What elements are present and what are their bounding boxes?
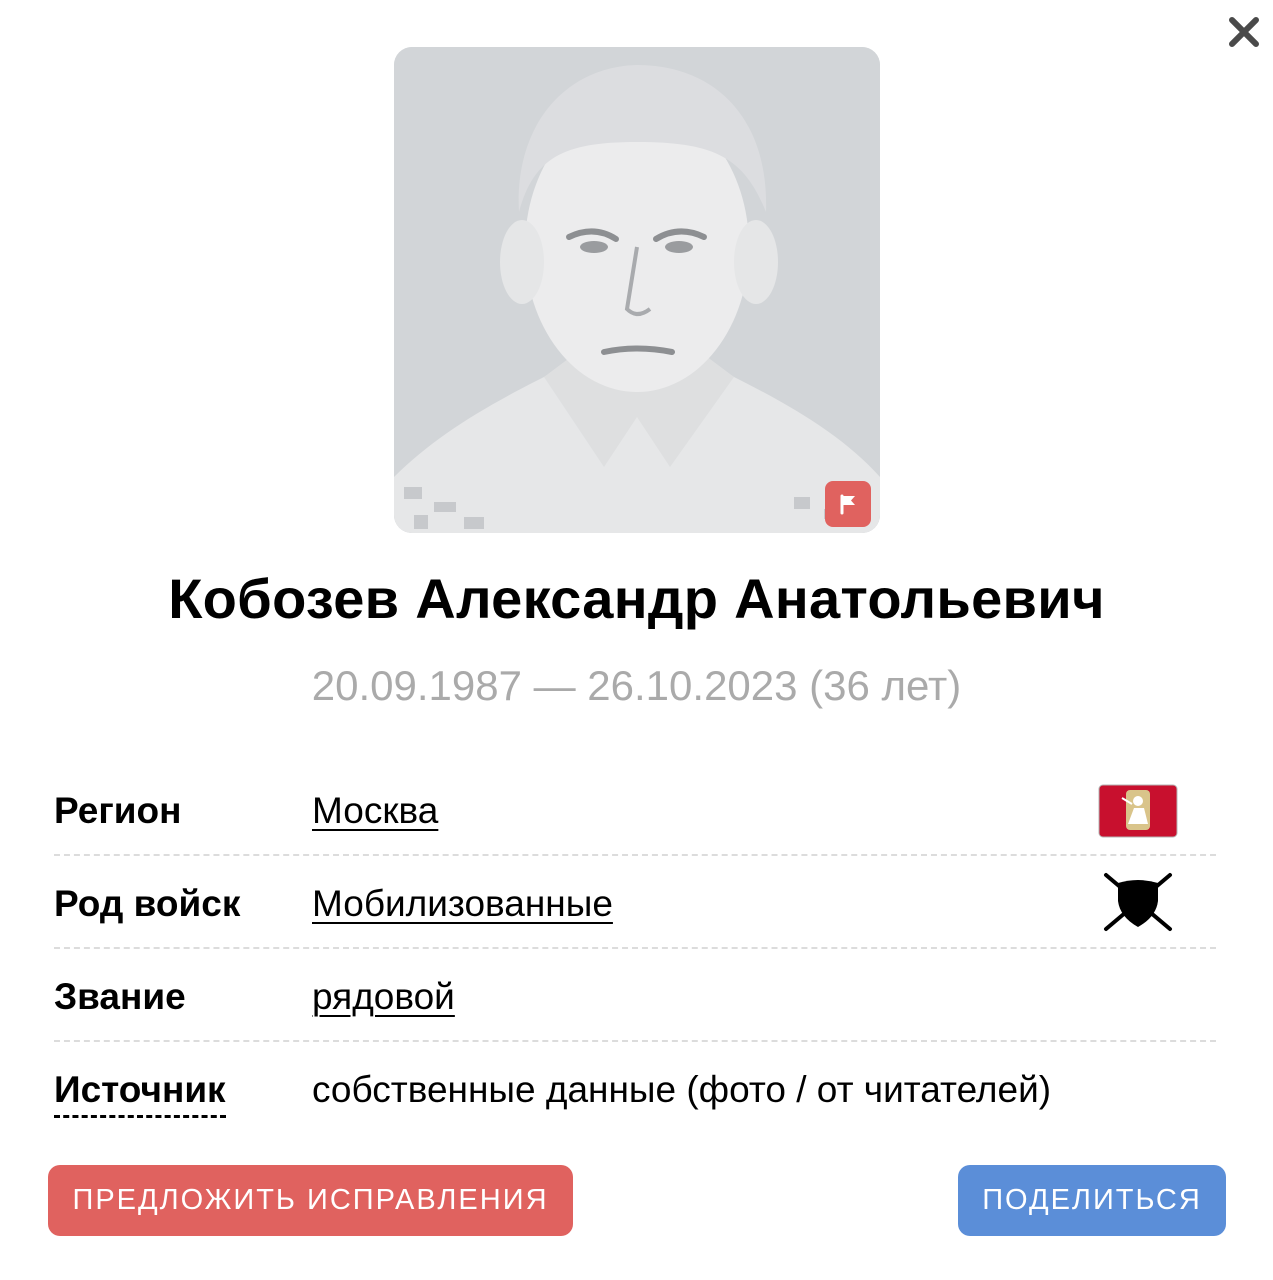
portrait-image xyxy=(394,47,880,533)
rank-label: Звание xyxy=(54,976,186,1017)
flag-icon xyxy=(840,494,855,515)
branch-label: Род войск xyxy=(54,883,241,924)
info-row-region: Регион Москва xyxy=(54,762,1216,856)
person-name: Кобозев Александр Анатольевич xyxy=(168,567,1105,630)
moscow-flag-icon xyxy=(1098,784,1178,838)
info-row-source: Источник собственные данные (фото / от ч… xyxy=(54,1041,1216,1133)
region-link[interactable]: Москва xyxy=(312,790,438,832)
close-button[interactable] xyxy=(1222,10,1266,54)
info-row-branch: Род войск Мобилизованные xyxy=(54,855,1216,949)
info-row-rank: Звание рядовой xyxy=(54,948,1216,1042)
region-label: Регион xyxy=(54,790,182,831)
portrait xyxy=(394,47,880,533)
report-flag-button[interactable] xyxy=(825,481,871,527)
person-dates: 20.09.1987 — 26.10.2023 (36 лет) xyxy=(311,662,962,709)
source-label[interactable]: Источник xyxy=(54,1069,226,1118)
share-button[interactable]: ПОДЕЛИТЬСЯ xyxy=(958,1165,1226,1236)
branch-link[interactable]: Мобилизованные xyxy=(312,883,613,925)
suggest-corrections-button[interactable]: ПРЕДЛОЖИТЬ ИСПРАВЛЕНИЯ xyxy=(48,1165,573,1236)
close-icon xyxy=(1229,17,1259,47)
rank-link[interactable]: рядовой xyxy=(312,976,455,1018)
source-value: собственные данные (фото / от читателей) xyxy=(312,1069,1052,1110)
shield-swords-icon xyxy=(1104,873,1172,931)
